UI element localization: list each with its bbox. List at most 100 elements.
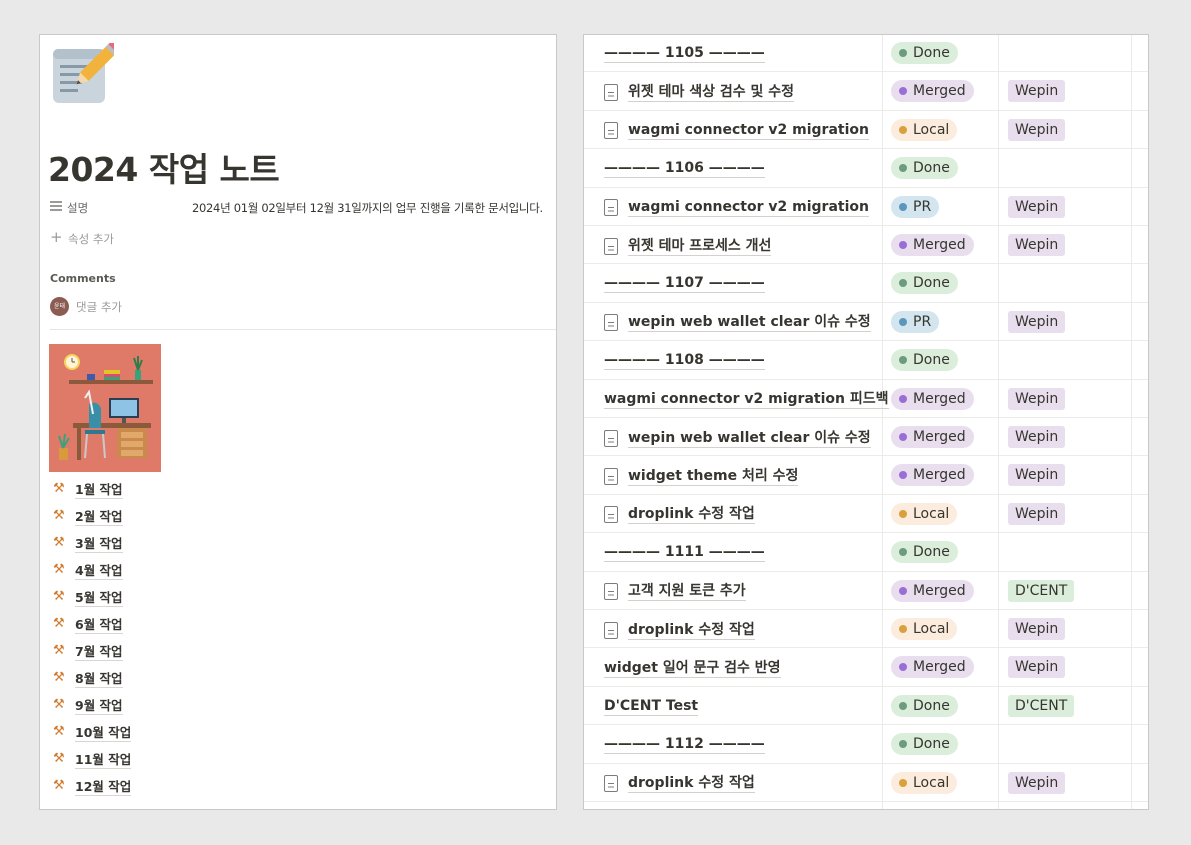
table-row[interactable]: widget 일어 문구 검수 반영 Merged Wepin bbox=[584, 648, 1148, 687]
month-link-label[interactable]: 5월 작업 bbox=[75, 590, 123, 607]
status-badge[interactable]: PR bbox=[891, 195, 940, 218]
project-tag[interactable]: Wepin bbox=[1008, 771, 1066, 794]
task-name-cell[interactable]: widget theme 처리 수정 bbox=[604, 465, 799, 487]
project-tag[interactable]: Wepin bbox=[1008, 656, 1066, 679]
status-badge[interactable]: Local bbox=[891, 618, 958, 640]
project-tag[interactable]: Wepin bbox=[1008, 502, 1066, 525]
status-badge[interactable]: Done bbox=[891, 157, 958, 180]
project-tag[interactable]: Wepin bbox=[1008, 464, 1066, 487]
project-tag[interactable]: D'CENT bbox=[1008, 694, 1075, 717]
task-name[interactable]: ———— 1111 ———— bbox=[604, 543, 765, 562]
table-row[interactable]: 위젯 테마 색상 검수 및 수정 Merged Wepin bbox=[584, 72, 1148, 111]
status-badge[interactable]: Merged bbox=[891, 80, 974, 103]
month-link-label[interactable]: 4월 작업 bbox=[75, 563, 123, 580]
task-name[interactable]: ———— 1106 ———— bbox=[604, 159, 765, 178]
month-link-label[interactable]: 6월 작업 bbox=[75, 617, 123, 634]
month-link-label[interactable]: 9월 작업 bbox=[75, 698, 123, 715]
property-value[interactable]: 2024년 01월 02일부터 12월 31일까지의 업무 진행을 기록한 문서… bbox=[192, 200, 543, 216]
status-badge[interactable]: Merged bbox=[891, 234, 974, 256]
task-name[interactable]: widget theme 처리 수정 bbox=[628, 467, 799, 486]
table-row[interactable]: ———— 1108 ———— Done bbox=[584, 341, 1148, 380]
project-tag[interactable]: Wepin bbox=[1008, 387, 1066, 410]
task-name-cell[interactable]: ———— 1107 ———— bbox=[604, 272, 765, 294]
task-name-cell[interactable]: wepin web wallet clear 이슈 수정 bbox=[604, 312, 871, 334]
task-name[interactable]: 위젯 테마 프로세스 개선 bbox=[628, 237, 772, 256]
task-name-cell[interactable]: 고객 지원 토큰 추가 bbox=[604, 581, 746, 603]
status-badge[interactable]: Merged bbox=[891, 656, 974, 679]
status-badge[interactable]: Merged bbox=[891, 579, 974, 602]
task-name[interactable]: ———— 1112 ———— bbox=[604, 735, 765, 754]
table-row[interactable]: droplink 수정 작업 Local Wepin bbox=[584, 764, 1148, 802]
task-name-cell[interactable]: D'CENT Test bbox=[604, 696, 699, 718]
task-name-cell[interactable]: wepin web wallet clear 이슈 수정 bbox=[604, 427, 871, 449]
task-name[interactable]: wagmi connector v2 migration bbox=[628, 198, 869, 218]
table-row[interactable]: D'CENT Test Done D'CENT bbox=[584, 687, 1148, 726]
table-row[interactable]: ———— 1111 ———— Done bbox=[584, 533, 1148, 572]
task-name-cell[interactable]: wagmi connector v2 migration bbox=[604, 120, 869, 142]
month-link-label[interactable]: 8월 작업 bbox=[75, 671, 123, 688]
table-row[interactable]: wagmi connector v2 migration Local Wepin bbox=[584, 111, 1148, 150]
task-name[interactable]: ———— 1105 ———— bbox=[604, 44, 765, 63]
table-row[interactable]: droplink 수정 작업 Local Wepin bbox=[584, 610, 1148, 649]
notepad-pencil-icon[interactable] bbox=[50, 40, 121, 107]
status-badge[interactable]: Done bbox=[891, 42, 958, 64]
task-name-cell[interactable]: droplink 수정 작업 bbox=[604, 504, 755, 526]
status-badge[interactable]: Merged bbox=[891, 464, 974, 487]
task-name[interactable]: D'CENT Test bbox=[604, 697, 699, 717]
task-name-cell[interactable]: widget 일어 문구 검수 반영 bbox=[604, 657, 781, 679]
table-row[interactable]: droplink 수정 작업 Local Wepin bbox=[584, 495, 1148, 534]
table-row[interactable]: 고객 지원 토큰 추가 Merged D'CENT bbox=[584, 572, 1148, 610]
task-name[interactable]: wepin web wallet clear 이슈 수정 bbox=[628, 429, 871, 448]
month-link-label[interactable]: 7월 작업 bbox=[75, 644, 123, 661]
task-name-cell[interactable]: 위젯 테마 색상 검수 및 수정 bbox=[604, 81, 795, 103]
task-name[interactable]: droplink 수정 작업 bbox=[628, 621, 755, 640]
table-row[interactable]: 위젯 테마 프로세스 개선 Merged Wepin bbox=[584, 226, 1148, 265]
project-tag[interactable]: Wepin bbox=[1008, 118, 1066, 141]
task-name-cell[interactable]: ———— 1111 ———— bbox=[604, 541, 765, 563]
add-comment-input[interactable]: 댓글 추가 bbox=[76, 299, 122, 315]
status-badge[interactable]: Local bbox=[891, 502, 958, 525]
project-tag[interactable]: Wepin bbox=[1008, 80, 1066, 103]
task-name-cell[interactable]: droplink 수정 작업 bbox=[604, 619, 755, 641]
status-badge[interactable]: Local bbox=[891, 118, 958, 141]
task-name-cell[interactable]: ———— 1108 ———— bbox=[604, 349, 765, 371]
status-badge[interactable]: Merged bbox=[891, 426, 974, 448]
status-badge[interactable]: Done bbox=[891, 349, 958, 372]
month-link-label[interactable]: 3월 작업 bbox=[75, 536, 123, 553]
month-link-label[interactable]: 11월 작업 bbox=[75, 752, 132, 769]
task-name[interactable]: droplink 수정 작업 bbox=[628, 774, 755, 794]
task-name[interactable]: 고객 지원 토큰 추가 bbox=[628, 582, 746, 602]
status-badge[interactable]: Done bbox=[891, 694, 958, 717]
desk-illustration-image[interactable] bbox=[49, 344, 161, 472]
task-name-cell[interactable]: ———— 1106 ———— bbox=[604, 157, 765, 179]
project-tag[interactable]: Wepin bbox=[1008, 426, 1066, 448]
table-row[interactable]: ———— 1107 ———— Done bbox=[584, 264, 1148, 303]
task-name[interactable]: droplink 수정 작업 bbox=[628, 505, 755, 525]
project-tag[interactable]: Wepin bbox=[1008, 234, 1066, 256]
table-row[interactable]: wagmi connector v2 migration 피드백 Merged We… bbox=[584, 380, 1148, 418]
task-name[interactable]: ———— 1108 ———— bbox=[604, 351, 765, 370]
task-name[interactable]: 위젯 테마 색상 검수 및 수정 bbox=[628, 83, 795, 102]
page-title[interactable]: 2024 작업 노트 bbox=[48, 143, 280, 191]
month-link-label[interactable]: 12월 작업 bbox=[75, 779, 132, 796]
task-name[interactable]: wepin web wallet clear 이슈 수정 bbox=[628, 313, 871, 333]
task-name[interactable]: wagmi connector v2 migration 피드백 bbox=[604, 390, 889, 410]
table-row[interactable]: wepin web wallet clear 이슈 수정 PR Wepin bbox=[584, 303, 1148, 342]
task-name[interactable]: wagmi connector v2 migration bbox=[628, 121, 869, 141]
status-badge[interactable]: Merged bbox=[891, 387, 974, 410]
task-name-cell[interactable]: wagmi connector v2 migration bbox=[604, 197, 869, 219]
property-name[interactable]: 설명 bbox=[67, 200, 88, 216]
status-badge[interactable]: Done bbox=[891, 733, 958, 756]
status-badge[interactable]: Local bbox=[891, 771, 958, 794]
month-link-label[interactable]: 2월 작업 bbox=[75, 509, 123, 526]
status-badge[interactable]: Done bbox=[891, 541, 958, 564]
task-name-cell[interactable]: wagmi connector v2 migration 피드백 bbox=[604, 389, 889, 411]
table-row[interactable]: widget theme 처리 수정 Merged Wepin bbox=[584, 456, 1148, 495]
table-row[interactable]: ———— 1105 ———— Done bbox=[584, 35, 1148, 73]
status-badge[interactable]: Done bbox=[891, 272, 958, 295]
task-name[interactable]: ———— 1107 ———— bbox=[604, 274, 765, 293]
project-tag[interactable]: Wepin bbox=[1008, 310, 1066, 333]
task-name-cell[interactable]: droplink 수정 작업 bbox=[604, 773, 755, 795]
table-row[interactable]: wagmi connector v2 migration PR Wepin bbox=[584, 188, 1148, 226]
month-link-label[interactable]: 1월 작업 bbox=[75, 482, 123, 499]
